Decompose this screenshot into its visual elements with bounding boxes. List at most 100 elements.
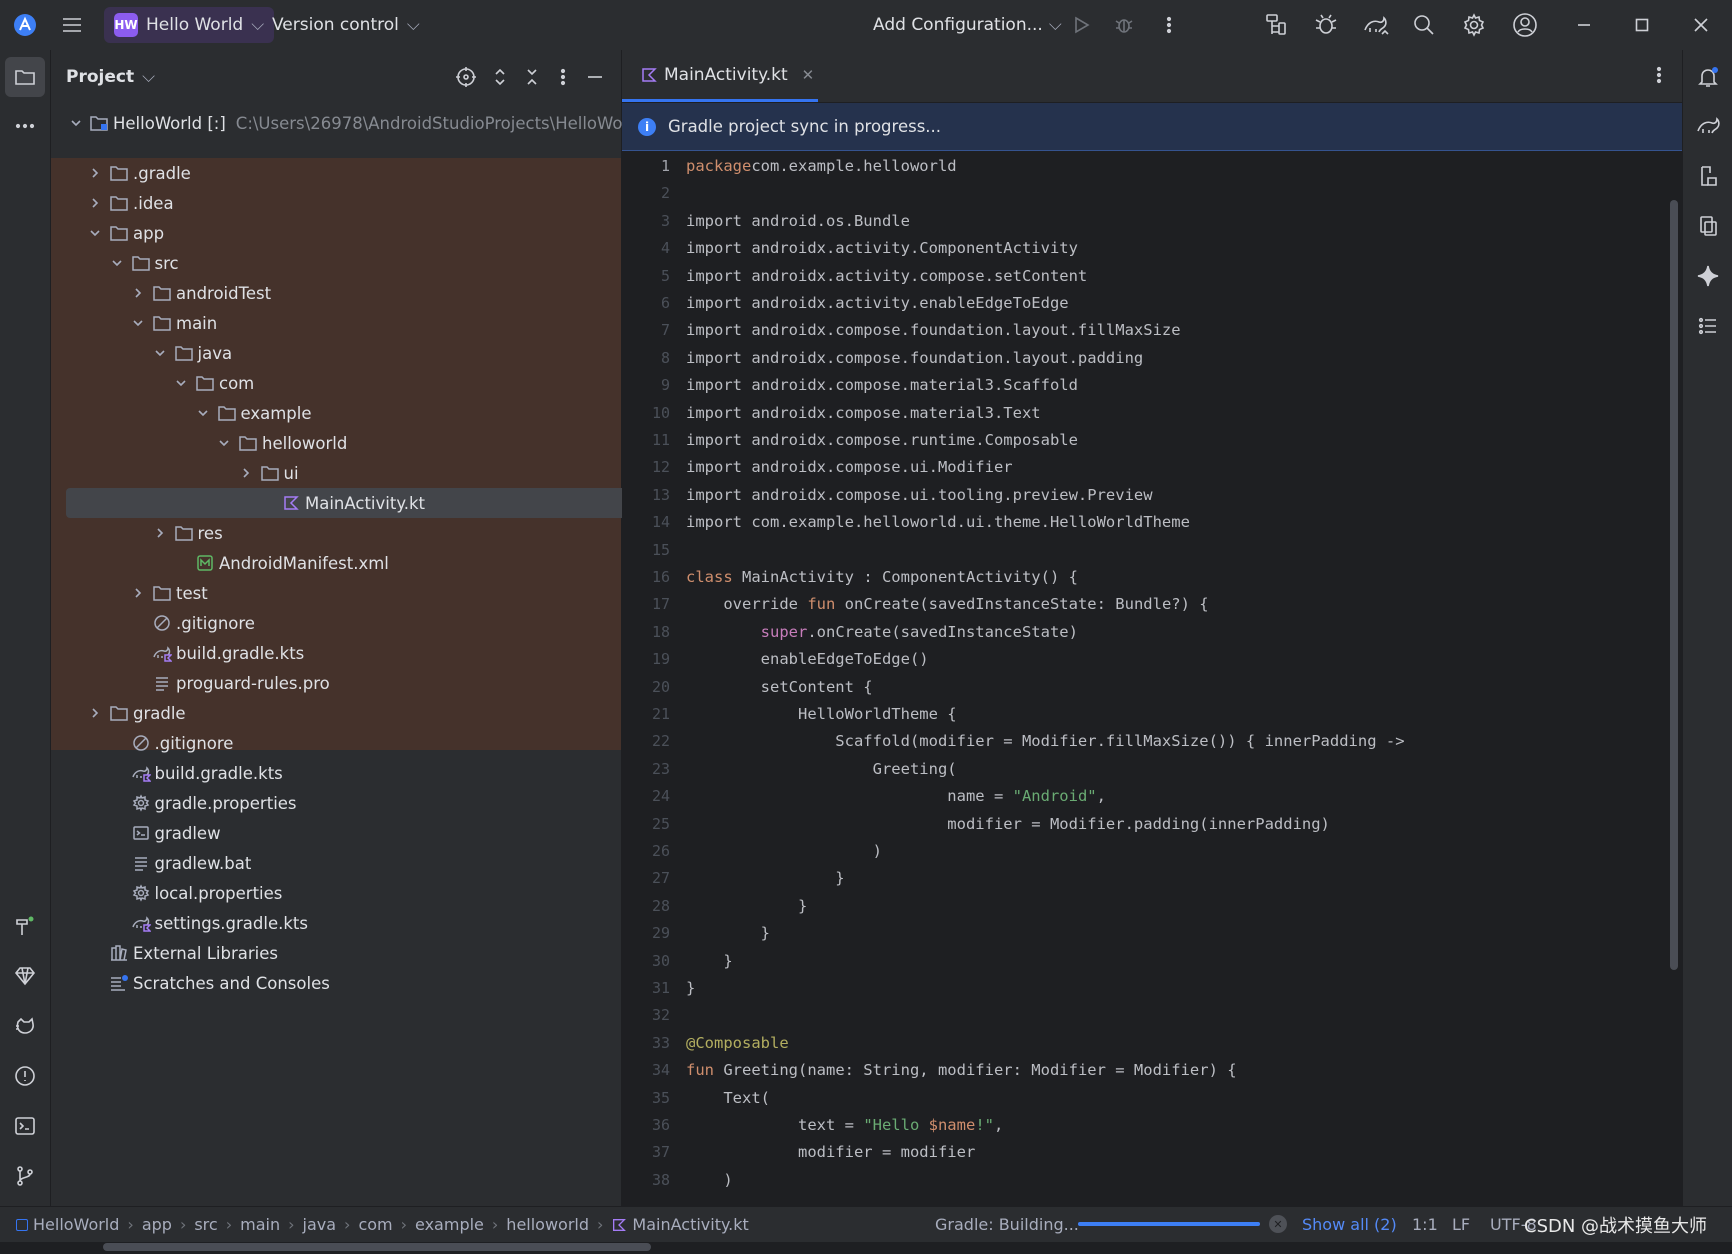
panel-options-icon[interactable] bbox=[551, 65, 575, 89]
terminal-icon[interactable] bbox=[5, 1106, 45, 1146]
tree-item[interactable]: src bbox=[51, 248, 679, 278]
gradle-tool-icon[interactable] bbox=[1688, 106, 1728, 146]
cancel-build-icon[interactable]: ✕ bbox=[1269, 1215, 1287, 1233]
locate-file-icon[interactable] bbox=[454, 65, 478, 89]
tree-item[interactable]: main bbox=[51, 308, 700, 338]
breadcrumb-item[interactable]: main bbox=[240, 1215, 280, 1234]
horizontal-scrollbar[interactable] bbox=[103, 1243, 651, 1251]
tree-item[interactable]: app bbox=[51, 218, 657, 248]
project-tool-button[interactable] bbox=[5, 57, 45, 97]
running-devices-icon[interactable] bbox=[1688, 206, 1728, 246]
maximize-icon[interactable] bbox=[1633, 0, 1651, 50]
tree-item[interactable]: java bbox=[51, 338, 722, 368]
line-number: 19 bbox=[651, 650, 670, 669]
sync-bug-icon[interactable] bbox=[1313, 0, 1339, 50]
vertical-scrollbar[interactable] bbox=[1670, 200, 1678, 970]
problems-icon[interactable] bbox=[5, 1056, 45, 1096]
tree-item[interactable]: proguard-rules.pro bbox=[51, 668, 700, 698]
ai-assistant-sparkle-icon[interactable] bbox=[1688, 256, 1728, 296]
tree-item[interactable]: build.gradle.kts bbox=[51, 638, 700, 668]
expand-all-icon[interactable] bbox=[488, 65, 512, 89]
chevron-right-icon[interactable] bbox=[130, 585, 146, 601]
git-branch-icon[interactable] bbox=[5, 1156, 45, 1196]
breadcrumb-item[interactable]: src bbox=[194, 1215, 217, 1234]
tree-item[interactable]: build.gradle.kts bbox=[51, 758, 679, 788]
tree-item[interactable]: .gitignore bbox=[51, 728, 679, 758]
breadcrumb-item[interactable]: example bbox=[415, 1215, 484, 1234]
search-icon[interactable] bbox=[1412, 0, 1436, 50]
chevron-down-icon[interactable] bbox=[173, 375, 189, 391]
gradle-sync-icon[interactable] bbox=[1362, 0, 1390, 50]
breadcrumb-item[interactable]: java bbox=[303, 1215, 337, 1234]
line-separator[interactable]: LF bbox=[1452, 1215, 1470, 1234]
chevron-right-icon[interactable] bbox=[87, 165, 103, 181]
device-manager-tool-icon[interactable] bbox=[1688, 156, 1728, 196]
chevron-right-icon[interactable] bbox=[87, 195, 103, 211]
tree-item[interactable]: res bbox=[51, 518, 722, 548]
debug-icon[interactable] bbox=[1113, 0, 1135, 50]
version-control-menu[interactable]: Version control ⌵ bbox=[272, 0, 420, 50]
tree-item[interactable]: .gitignore bbox=[51, 608, 700, 638]
tree-item[interactable]: gradlew.bat bbox=[51, 848, 679, 878]
chevron-down-icon[interactable] bbox=[109, 255, 125, 271]
gradle-progress-fill bbox=[1078, 1222, 1260, 1226]
notifications-icon[interactable] bbox=[1688, 57, 1728, 97]
breadcrumb-item[interactable]: app bbox=[142, 1215, 172, 1234]
account-icon[interactable] bbox=[1512, 0, 1538, 50]
more-actions-icon[interactable] bbox=[1158, 0, 1180, 50]
tree-item[interactable]: local.properties bbox=[51, 878, 679, 908]
tree-item[interactable]: test bbox=[51, 578, 700, 608]
gem-icon[interactable] bbox=[5, 956, 45, 996]
tree-item[interactable]: External Libraries bbox=[51, 938, 657, 968]
code-line: class MainActivity : ComponentActivity()… bbox=[686, 568, 1078, 586]
code-line: super.onCreate(savedInstanceState) bbox=[686, 623, 1078, 641]
caret-position[interactable]: 1:1 bbox=[1412, 1215, 1438, 1234]
tree-item[interactable]: gradlew bbox=[51, 818, 679, 848]
tree-item[interactable]: .gradle bbox=[51, 158, 657, 188]
chevron-down-icon[interactable] bbox=[87, 225, 103, 241]
device-manager-icon[interactable] bbox=[1263, 0, 1289, 50]
chevron-down-icon[interactable] bbox=[216, 435, 232, 451]
tree-root-helloworld[interactable]: HelloWorld [:] C:\Users\26978\AndroidStu… bbox=[51, 108, 644, 138]
logcat-icon[interactable] bbox=[5, 1006, 45, 1046]
more-tools-icon[interactable] bbox=[5, 106, 45, 146]
chevron-down-icon[interactable] bbox=[69, 115, 83, 131]
close-tab-icon[interactable]: ✕ bbox=[802, 66, 815, 84]
tree-item[interactable]: gradle.properties bbox=[51, 788, 679, 818]
breadcrumb-item[interactable]: helloworld bbox=[506, 1215, 589, 1234]
hide-panel-icon[interactable] bbox=[583, 65, 607, 89]
build-hammer-icon[interactable] bbox=[5, 906, 45, 946]
chevron-right-icon[interactable] bbox=[130, 285, 146, 301]
tree-item[interactable]: Scratches and Consoles bbox=[51, 968, 657, 998]
app-logo-icon[interactable] bbox=[10, 0, 40, 50]
tree-item[interactable]: settings.gradle.kts bbox=[51, 908, 679, 938]
chevron-right-icon[interactable] bbox=[152, 525, 168, 541]
code-area[interactable]: packagecom.example.helloworld import andr… bbox=[686, 150, 1676, 1254]
project-view-selector[interactable]: Project ⌵ bbox=[66, 50, 155, 104]
close-window-icon[interactable] bbox=[1692, 0, 1710, 50]
tree-item[interactable]: .idea bbox=[51, 188, 657, 218]
breadcrumb-item[interactable]: MainActivity.kt bbox=[632, 1215, 748, 1234]
main-menu-icon[interactable] bbox=[60, 0, 84, 50]
chevron-down-icon[interactable] bbox=[195, 405, 211, 421]
collapse-all-icon[interactable] bbox=[520, 65, 544, 89]
code-token: ) bbox=[686, 1170, 733, 1189]
editor-options-icon[interactable] bbox=[1648, 64, 1670, 86]
chevron-down-icon[interactable] bbox=[152, 345, 168, 361]
breadcrumb-item[interactable]: HelloWorld bbox=[33, 1215, 119, 1234]
tree-item[interactable]: gradle bbox=[51, 698, 657, 728]
code-token: class bbox=[686, 568, 733, 586]
run-configuration-selector[interactable]: Add Configuration... ⌵ bbox=[873, 0, 1062, 50]
structure-list-icon[interactable] bbox=[1688, 306, 1728, 346]
minimize-icon[interactable] bbox=[1575, 0, 1593, 50]
show-all-link[interactable]: Show all (2) bbox=[1302, 1215, 1397, 1234]
chevron-right-icon[interactable] bbox=[238, 465, 254, 481]
project-switcher[interactable]: HW Hello World ⌵ bbox=[104, 7, 275, 43]
breadcrumb-item[interactable]: com bbox=[358, 1215, 392, 1234]
tab-mainactivity[interactable]: MainActivity.kt ✕ bbox=[622, 50, 818, 102]
chevron-down-icon[interactable] bbox=[130, 315, 146, 331]
settings-gear-icon[interactable] bbox=[1462, 0, 1486, 50]
tree-item[interactable]: androidTest bbox=[51, 278, 700, 308]
chevron-right-icon[interactable] bbox=[87, 705, 103, 721]
run-icon[interactable] bbox=[1070, 0, 1092, 50]
